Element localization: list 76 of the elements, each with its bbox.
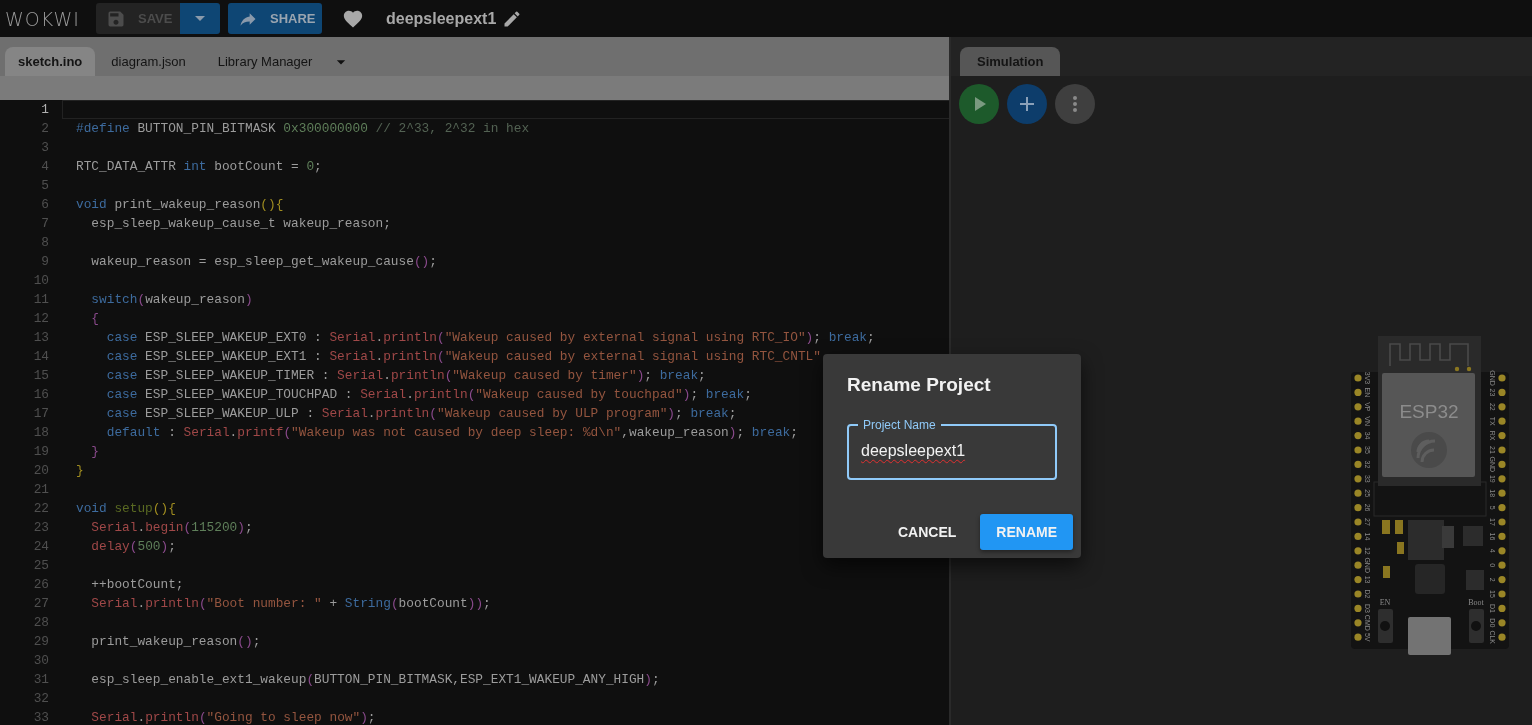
code-line: RTC_DATA_ATTR int bootCount = 0;: [76, 158, 322, 175]
code-line: Serial.println("Going to sleep now");: [90, 709, 376, 725]
button-label: EN: [1379, 598, 1391, 607]
editor-tab[interactable]: sketch.ino: [5, 47, 96, 76]
line-number: 26: [32, 576, 49, 594]
line-number: 17: [32, 405, 49, 423]
line-number: 33: [32, 709, 49, 725]
code-line: {: [90, 310, 100, 327]
line-number: 18: [32, 424, 49, 442]
line-number: 1: [40, 101, 49, 119]
simulation-tab[interactable]: Simulation: [960, 47, 1061, 76]
add-button[interactable]: [1007, 84, 1047, 124]
more-icon: [1073, 96, 1077, 112]
line-number: 21: [32, 481, 49, 499]
play-button[interactable]: [959, 84, 999, 124]
field-label: Project Name: [862, 418, 937, 432]
line-number: 7: [40, 215, 49, 233]
code-line: Serial.begin(115200);: [90, 519, 253, 536]
code-line: case ESP_SLEEP_WAKEUP_EXT1 : Serial.println("Wakeup caused by external signal using RTC_CNTL": [105, 348, 821, 365]
code-line: case ESP_SLEEP_WAKEUP_TOUCHPAD : Serial.println("Wakeup caused by touchpad"); break;: [105, 386, 752, 403]
editor-tab[interactable]: diagram.json: [98, 47, 199, 76]
line-number: 29: [32, 633, 49, 651]
line-number: 27: [32, 595, 49, 613]
line-number: 28: [32, 614, 49, 632]
rename-button[interactable]: RENAME: [980, 514, 1073, 550]
code-line: default : Serial.printf("Wakeup was not caused by deep sleep: %d\n",wakeup_reason); break;: [105, 424, 798, 441]
code-line: #define BUTTON_PIN_BITMASK 0x300000000 // 2^33, 2^32 in hex: [76, 120, 530, 137]
line-number: 25: [32, 557, 49, 575]
code-line: esp_sleep_enable_ext1_wakeup(BUTTON_PIN_BITMASK,ESP_EXT1_WAKEUP_ANY_HIGH);: [90, 671, 660, 688]
editor-tab[interactable]: Library Manager: [204, 47, 326, 76]
line-number: 15: [32, 367, 49, 385]
button-label: Boot: [1468, 598, 1484, 607]
code-line: case ESP_SLEEP_WAKEUP_EXT0 : Serial.println("Wakeup caused by external signal using RTC_IO"); break;: [105, 329, 875, 346]
logo[interactable]: WOKWI: [5, 7, 96, 30]
code-line: }: [76, 462, 84, 479]
line-number: 13: [32, 329, 49, 347]
line-number: 19: [32, 443, 49, 461]
cancel-button[interactable]: CANCEL: [882, 514, 973, 550]
line-number: 10: [32, 272, 49, 290]
dialog-title: Rename Project: [847, 374, 992, 396]
share-button[interactable]: SHARE: [228, 3, 322, 34]
code-line: print_wakeup_reason();: [90, 633, 261, 650]
code-line: case ESP_SLEEP_WAKEUP_TIMER : Serial.println("Wakeup caused by timer"); break;: [105, 367, 706, 384]
line-number: 8: [40, 234, 49, 252]
line-number: 5: [40, 177, 49, 195]
line-number: 30: [32, 652, 49, 670]
project-title[interactable]: deepsleepext1: [386, 9, 497, 28]
code-line: esp_sleep_wakeup_cause_t wakeup_reason;: [90, 215, 391, 232]
line-number: 11: [32, 291, 49, 309]
line-number: 32: [32, 690, 49, 708]
code-line: Serial.println("Boot number: " + String(bootCount));: [90, 595, 491, 612]
line-number: 9: [40, 253, 49, 271]
code-line: switch(wakeup_reason): [90, 291, 253, 308]
line-number: 6: [40, 196, 49, 214]
project-name-field[interactable]: Project Name deepsleepext1: [847, 418, 1057, 480]
code-line: void print_wakeup_reason(){: [76, 196, 284, 213]
line-number: 20: [32, 462, 49, 480]
code-line: }: [90, 443, 100, 460]
line-number: 4: [40, 158, 49, 176]
line-number: 14: [32, 348, 49, 366]
line-number: 22: [32, 500, 49, 518]
line-number: 2: [40, 120, 49, 138]
code-line: wakeup_reason = esp_sleep_get_wakeup_cause();: [90, 253, 437, 270]
line-number: 24: [32, 538, 49, 556]
code-line: case ESP_SLEEP_WAKEUP_ULP : Serial.println("Wakeup caused by ULP program"); break;: [105, 405, 737, 422]
line-number: 31: [32, 671, 49, 689]
more-button[interactable]: [1055, 84, 1095, 124]
code-line: delay(500);: [90, 538, 176, 555]
code-line: ++bootCount;: [90, 576, 184, 593]
line-number: 3: [40, 139, 49, 157]
line-number: 12: [32, 310, 49, 328]
line-number: 23: [32, 519, 49, 537]
field-value: deepsleepext1: [861, 441, 966, 461]
line-number: 16: [32, 386, 49, 404]
caret-icon: [195, 16, 205, 21]
code-line: void setup(){: [76, 500, 176, 517]
